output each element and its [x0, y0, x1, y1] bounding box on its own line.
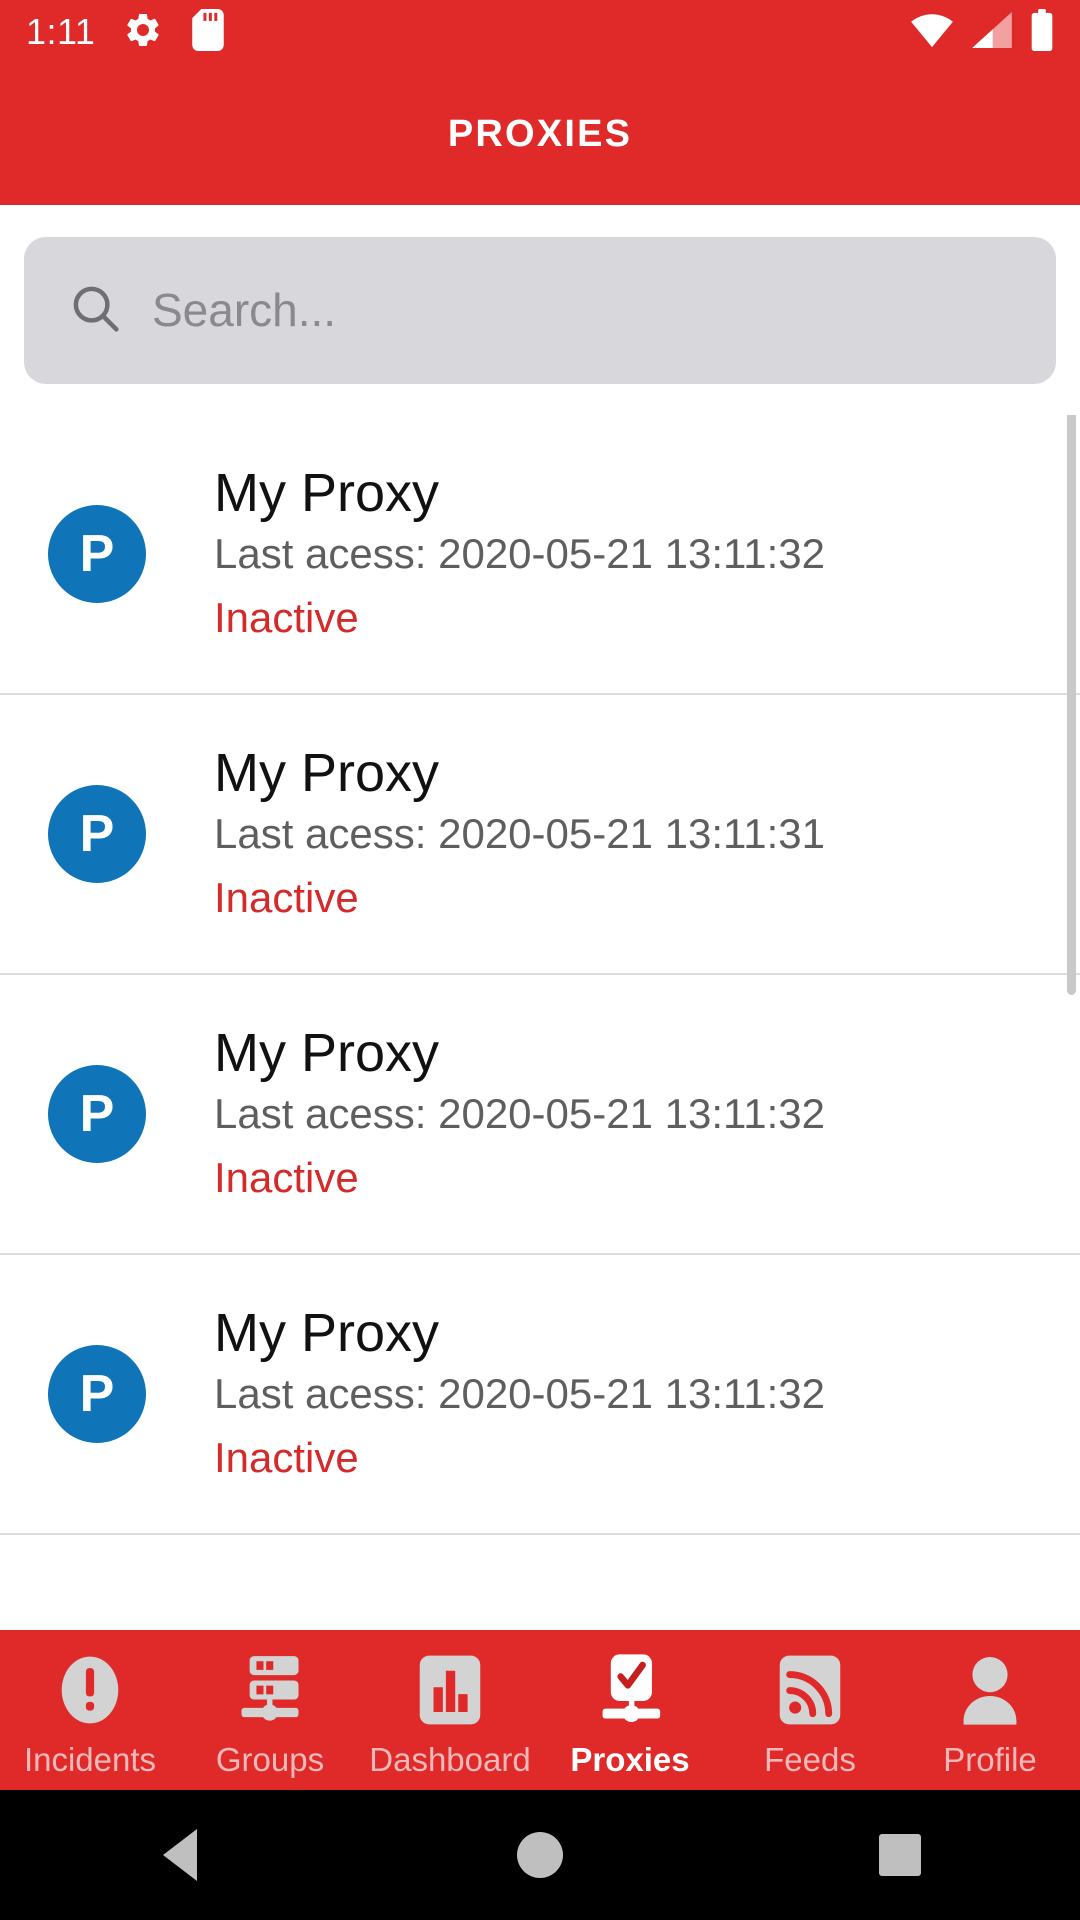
nav-item-dashboard[interactable]: Dashboard: [360, 1630, 540, 1790]
search-input[interactable]: Search...: [24, 236, 1056, 384]
avatar-letter: P: [79, 1365, 115, 1423]
proxy-check-icon: [594, 1651, 666, 1729]
nav-label: Incidents: [23, 1740, 157, 1778]
nav-label: Dashboard: [369, 1740, 531, 1778]
avatar: P: [48, 1345, 146, 1443]
list-item-text: My Proxy Last acess: 2020-05-21 13:11:32…: [214, 1023, 825, 1206]
alert-exclamation-icon: [59, 1651, 121, 1729]
search-placeholder: Search...: [152, 284, 337, 336]
table-row[interactable]: P My Proxy Last acess: 2020-05-21 13:11:…: [0, 415, 1080, 695]
proxy-name: My Proxy: [214, 1302, 440, 1363]
home-circle-icon: [517, 1832, 563, 1878]
nav-item-groups[interactable]: Groups: [180, 1630, 360, 1790]
avatar-letter: P: [79, 525, 115, 583]
proxy-last-access: Last acess: 2020-05-21 13:11:32: [214, 1090, 825, 1138]
rss-feed-icon: [777, 1651, 843, 1729]
proxy-last-access: Last acess: 2020-05-21 13:11:31: [214, 810, 825, 858]
search-section: Search...: [0, 205, 1080, 415]
status-badge: Inactive: [214, 1153, 359, 1201]
recents-button[interactable]: [840, 1790, 960, 1920]
gear-icon: [123, 10, 163, 55]
status-badge: Inactive: [214, 593, 359, 641]
proxy-list[interactable]: P My Proxy Last acess: 2020-05-21 13:11:…: [0, 415, 1080, 1630]
cellular-signal-icon: [972, 11, 1012, 53]
nav-item-incidents[interactable]: Incidents: [0, 1630, 180, 1790]
table-row[interactable]: P My Proxy Last acess: 2020-05-21 13:11:…: [0, 1255, 1080, 1535]
search-icon: [68, 281, 122, 340]
status-badge: Inactive: [214, 873, 359, 921]
sd-card-icon: [191, 8, 225, 56]
status-bar: 1:11: [0, 0, 1080, 64]
table-row[interactable]: P My Proxy Last acess: 2020-05-21 13:11:…: [0, 975, 1080, 1255]
person-icon: [957, 1651, 1023, 1729]
proxy-last-access: Last acess: 2020-05-21 13:11:32: [214, 1370, 825, 1418]
android-navigation-bar: [0, 1790, 1080, 1920]
nav-label: Groups: [215, 1740, 325, 1778]
app-bar: PROXIES: [0, 64, 1080, 205]
avatar-letter: P: [79, 805, 115, 863]
nav-label: Feeds: [764, 1740, 856, 1778]
back-button[interactable]: [120, 1790, 240, 1920]
nav-item-feeds[interactable]: Feeds: [720, 1630, 900, 1790]
scrollbar[interactable]: [1067, 415, 1076, 995]
proxy-name: My Proxy: [214, 462, 440, 523]
nav-item-proxies[interactable]: Proxies: [540, 1630, 720, 1790]
status-badge: Inactive: [214, 1433, 359, 1481]
proxy-name: My Proxy: [214, 742, 440, 803]
home-button[interactable]: [480, 1790, 600, 1920]
status-bar-left: 1:11: [26, 8, 225, 56]
list-item-text: My Proxy Last acess: 2020-05-21 13:11:32…: [214, 463, 825, 646]
avatar-letter: P: [79, 1085, 115, 1143]
proxy-name: My Proxy: [214, 1022, 440, 1083]
avatar: P: [48, 505, 146, 603]
bottom-navigation: Incidents Groups Dashboard Proxies Feeds…: [0, 1630, 1080, 1790]
server-rack-icon: [232, 1651, 308, 1729]
list-item-text: My Proxy Last acess: 2020-05-21 13:11:32…: [214, 1303, 825, 1486]
status-bar-right: [910, 8, 1054, 56]
nav-label: Proxies: [570, 1740, 690, 1778]
back-triangle-icon: [163, 1829, 197, 1881]
recents-square-icon: [879, 1834, 921, 1876]
proxy-last-access: Last acess: 2020-05-21 13:11:32: [214, 530, 825, 578]
status-clock: 1:11: [26, 11, 96, 52]
page-title: PROXIES: [447, 113, 633, 155]
nav-item-profile[interactable]: Profile: [900, 1630, 1080, 1790]
avatar: P: [48, 785, 146, 883]
nav-label: Profile: [943, 1740, 1037, 1778]
wifi-icon: [910, 12, 954, 53]
table-row[interactable]: P My Proxy Last acess: 2020-05-21 13:11:…: [0, 695, 1080, 975]
avatar: P: [48, 1065, 146, 1163]
list-item-text: My Proxy Last acess: 2020-05-21 13:11:31…: [214, 743, 825, 926]
battery-icon: [1030, 8, 1054, 56]
app-screen: 1:11 PROXIES Search... P My Proxy Last a…: [0, 0, 1080, 1920]
bar-chart-icon: [417, 1651, 483, 1729]
